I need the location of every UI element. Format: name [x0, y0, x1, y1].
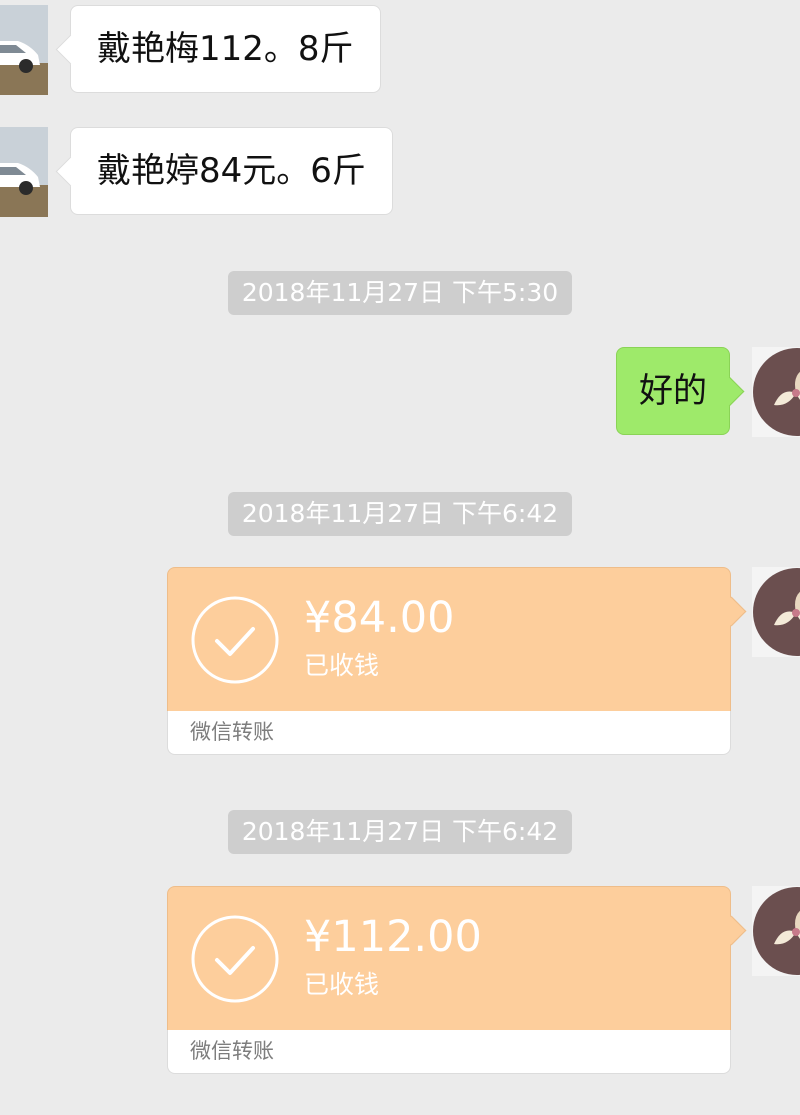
self-avatar[interactable] [752, 347, 800, 437]
transfer-label: 微信转账 [167, 711, 731, 755]
flower-avatar-icon [753, 568, 800, 656]
flower-avatar-icon [753, 887, 800, 975]
received-message[interactable]: 戴艳梅112。8斤 [70, 5, 381, 93]
transfer-amount: ¥84.00 [304, 593, 455, 643]
transfer-card[interactable]: ¥112.00 已收钱 微信转账 [167, 886, 731, 1074]
message-text: 戴艳梅112。8斤 [97, 29, 354, 69]
timestamp: 2018年11月27日 下午6:42 [0, 810, 800, 854]
transfer-card-body[interactable]: ¥84.00 已收钱 [167, 567, 731, 711]
transfer-card-body[interactable]: ¥112.00 已收钱 [167, 886, 731, 1030]
flower-avatar-icon [753, 348, 800, 436]
timestamp-text: 2018年11月27日 下午5:30 [227, 271, 573, 315]
message-text: 戴艳婷84元。6斤 [97, 151, 366, 191]
check-circle-icon [190, 914, 280, 1004]
message-text: 好的 [639, 371, 707, 411]
timestamp-text: 2018年11月27日 下午6:42 [227, 810, 573, 854]
timestamp-text: 2018年11月27日 下午6:42 [227, 492, 573, 536]
received-message[interactable]: 戴艳婷84元。6斤 [70, 127, 393, 215]
contact-avatar[interactable] [0, 5, 48, 95]
self-avatar[interactable] [752, 567, 800, 657]
timestamp: 2018年11月27日 下午5:30 [0, 271, 800, 315]
self-avatar[interactable] [752, 886, 800, 976]
transfer-status: 已收钱 [304, 651, 380, 680]
chat-screen: 戴艳梅112。8斤 戴艳婷84元。6斤 2018年11月27日 下午5:30 好… [0, 0, 800, 1115]
car-photo-icon [0, 5, 48, 95]
timestamp: 2018年11月27日 下午6:42 [0, 492, 800, 536]
contact-avatar[interactable] [0, 127, 48, 217]
transfer-status: 已收钱 [304, 970, 380, 999]
car-photo-icon [0, 127, 48, 217]
transfer-amount: ¥112.00 [304, 912, 482, 962]
check-circle-icon [190, 595, 280, 685]
sent-message[interactable]: 好的 [616, 347, 730, 435]
transfer-card[interactable]: ¥84.00 已收钱 微信转账 [167, 567, 731, 755]
transfer-label: 微信转账 [167, 1030, 731, 1074]
